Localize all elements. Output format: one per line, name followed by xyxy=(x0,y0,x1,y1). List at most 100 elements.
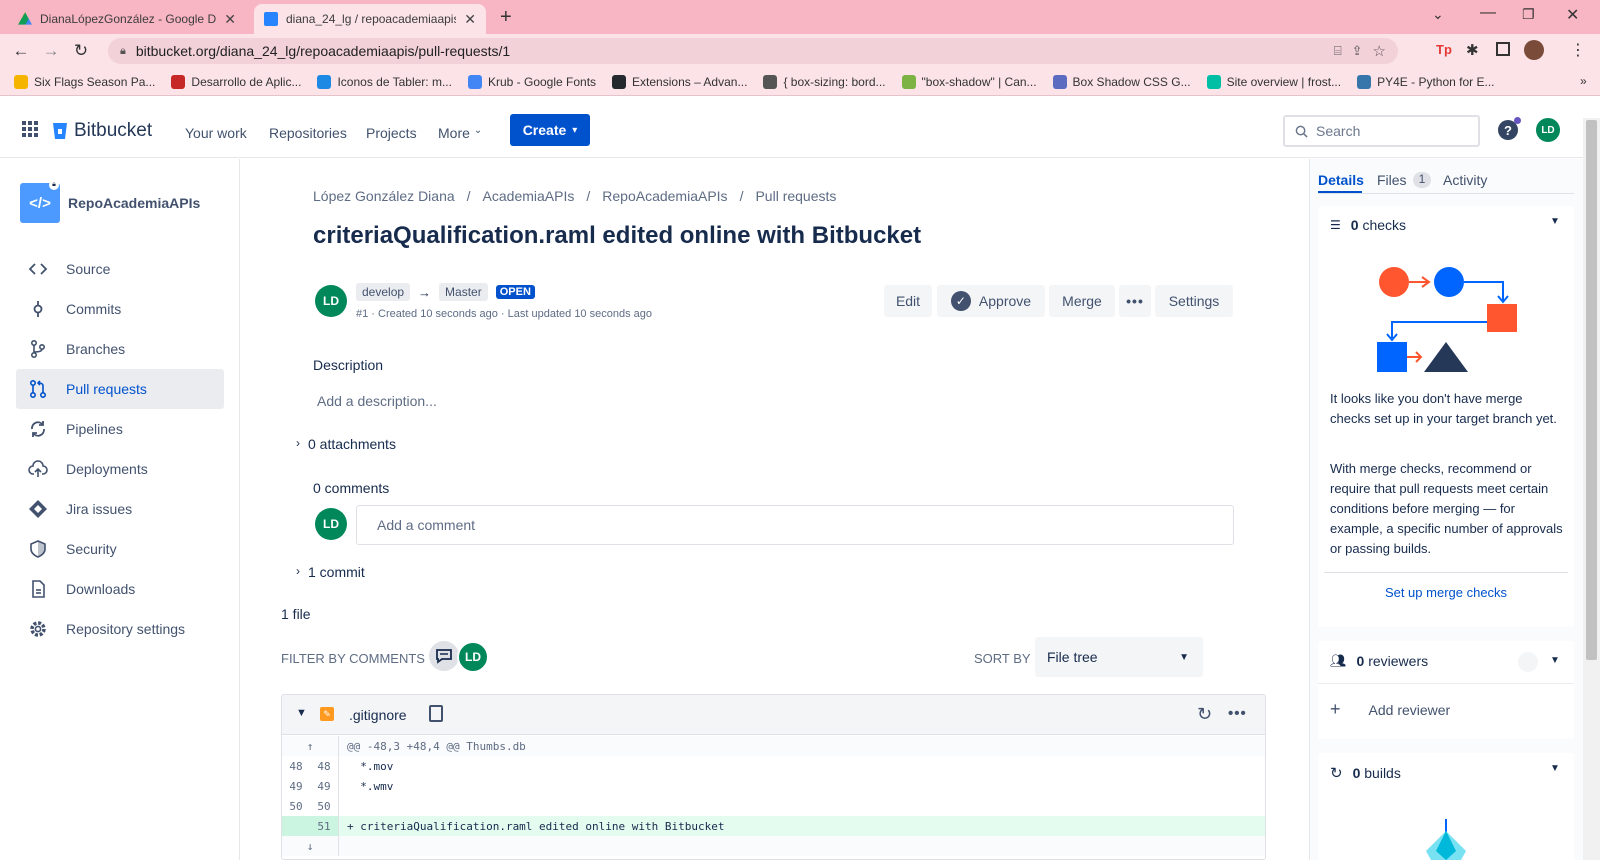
bookmark-item[interactable]: "box-shadow" | Can... xyxy=(901,74,1037,89)
bookmark-item[interactable]: PY4E - Python for E... xyxy=(1357,74,1495,89)
minimize-icon[interactable]: — xyxy=(1480,4,1496,22)
nav-repositories[interactable]: Repositories xyxy=(269,125,347,141)
comment-input[interactable]: Add a comment xyxy=(356,505,1234,545)
add-reviewer-label: Add reviewer xyxy=(1368,701,1451,718)
breadcrumb-item[interactable]: López González Diana xyxy=(313,188,455,204)
bookmark-item[interactable]: Six Flags Season Pa... xyxy=(14,74,155,89)
share-icon[interactable]: ⇪ xyxy=(1352,43,1363,59)
bookmark-favicon-icon xyxy=(14,74,28,89)
sidebar-item-commits[interactable]: Commits xyxy=(16,289,224,329)
bookmark-item[interactable]: Desarrollo de Aplic... xyxy=(171,74,301,89)
setup-merge-checks-link[interactable]: Set up merge checks xyxy=(1318,585,1574,600)
chevron-down-icon[interactable]: ▼ xyxy=(1550,216,1560,227)
breadcrumb-item[interactable]: Pull requests xyxy=(755,188,836,204)
app-switcher-icon[interactable] xyxy=(22,121,38,137)
bookmark-item[interactable]: { box-sizing: bord... xyxy=(763,74,886,89)
browser-tab-bitbucket[interactable]: diana_24_lg / repoacademiaapis ✕ xyxy=(254,4,486,34)
checks-card: ☰ 0 checks ▼ It looks like you don't hav… xyxy=(1318,206,1574,627)
reviewers-header[interactable]: 👥︎ 0 reviewers xyxy=(1330,653,1428,669)
search-input[interactable]: Search xyxy=(1283,115,1480,147)
collapse-chevron-icon[interactable]: ▼ xyxy=(296,707,307,719)
translate-icon[interactable]: ⌸ xyxy=(1334,43,1342,59)
author-avatar[interactable]: LD xyxy=(315,285,347,317)
sidebar-item-source[interactable]: Source xyxy=(16,249,224,289)
tab-activity[interactable]: Activity xyxy=(1443,172,1487,188)
bookmark-item[interactable]: Extensions – Advan... xyxy=(612,74,747,89)
extensions-puzzle-icon[interactable]: ✱ xyxy=(1466,41,1479,59)
add-comment-icon[interactable]: ↻ xyxy=(1197,704,1212,725)
profile-avatar[interactable] xyxy=(1524,40,1544,60)
tab-search-icon[interactable]: ⌄ xyxy=(1432,6,1444,23)
nav-your-work[interactable]: Your work xyxy=(185,125,247,141)
bookmark-item[interactable]: Box Shadow CSS G... xyxy=(1052,74,1191,89)
scrollbar-thumb[interactable] xyxy=(1586,120,1597,660)
add-reviewer-button[interactable]: + Add reviewer xyxy=(1330,699,1450,720)
bookmark-star-icon[interactable]: ☆ xyxy=(1373,42,1386,60)
settings-button[interactable]: Settings xyxy=(1155,285,1233,317)
bookmark-item[interactable]: Site overview | frost... xyxy=(1206,74,1341,89)
close-tab-icon[interactable]: ✕ xyxy=(224,11,236,28)
tab-files[interactable]: Files 1 xyxy=(1377,172,1432,188)
browser-tab-google-drive[interactable]: DianaLópezGonzález - Google Dr ✕ xyxy=(8,4,246,34)
attachments-toggle[interactable]: › 0 attachments xyxy=(296,436,396,452)
diff-filename[interactable]: .gitignore xyxy=(349,707,407,723)
builds-header[interactable]: ↻ 0 builds xyxy=(1330,764,1401,782)
edit-button[interactable]: Edit xyxy=(884,285,932,317)
expand-up-icon[interactable]: ↑ xyxy=(282,736,339,756)
tab-details[interactable]: Details xyxy=(1318,172,1364,188)
browser-menu-icon[interactable]: ⋮ xyxy=(1570,40,1586,60)
sidebar-item-deployments[interactable]: Deployments xyxy=(16,449,224,489)
approve-button[interactable]: ✓ Approve xyxy=(937,285,1045,317)
sort-select[interactable]: File tree ▼ xyxy=(1035,637,1203,677)
more-actions-icon[interactable]: ••• xyxy=(1119,285,1151,317)
filter-comments-icon[interactable] xyxy=(429,641,459,671)
commits-toggle[interactable]: › 1 commit xyxy=(296,564,365,580)
chevron-down-icon[interactable]: ▼ xyxy=(1550,655,1560,666)
reload-icon[interactable]: ↻ xyxy=(66,41,96,61)
nav-more[interactable]: More ⌄ xyxy=(438,125,482,141)
repo-name[interactable]: RepoAcademiaAPIs xyxy=(68,195,200,211)
nav-projects[interactable]: Projects xyxy=(366,125,417,141)
search-icon xyxy=(1295,125,1308,138)
url-bar[interactable]: 🔒︎ bitbucket.org/diana_24_lg/repoacademi… xyxy=(108,38,1398,64)
sidebar-item-jira-issues[interactable]: Jira issues xyxy=(16,489,224,529)
breadcrumb-item[interactable]: AcademiaAPIs xyxy=(483,188,575,204)
filter-avatar[interactable]: LD xyxy=(457,641,489,673)
breadcrumb-item[interactable]: RepoAcademiaAPIs xyxy=(602,188,727,204)
copy-icon[interactable] xyxy=(429,705,443,722)
more-bookmarks-icon[interactable]: » xyxy=(1580,74,1587,88)
expand-down-icon[interactable]: ↓ xyxy=(282,836,339,856)
builds-icon: ↻ xyxy=(1330,765,1343,782)
back-arrow-icon[interactable]: ← xyxy=(6,41,36,61)
maximize-icon[interactable]: ❐ xyxy=(1522,6,1535,23)
bookmark-item[interactable]: Krub - Google Fonts xyxy=(467,74,596,89)
chevron-down-icon[interactable]: ▼ xyxy=(1550,763,1560,774)
new-tab-icon[interactable]: + xyxy=(500,6,512,29)
source-branch[interactable]: develop xyxy=(356,283,411,301)
bookmark-favicon-icon xyxy=(1052,74,1067,89)
bookmark-label: PY4E - Python for E... xyxy=(1377,74,1495,89)
line-text: *.wmv xyxy=(347,779,394,793)
close-window-icon[interactable]: ✕ xyxy=(1566,5,1579,25)
diff-more-icon[interactable]: ••• xyxy=(1228,705,1247,722)
merge-button[interactable]: Merge xyxy=(1049,285,1115,317)
forward-arrow-icon[interactable]: → xyxy=(36,41,66,61)
close-tab-icon[interactable]: ✕ xyxy=(464,11,476,28)
extension-tp-icon[interactable]: Tp xyxy=(1436,42,1452,57)
checks-header[interactable]: ☰ 0 checks xyxy=(1330,217,1406,233)
create-button[interactable]: Create ▾ xyxy=(510,114,590,146)
sidebar-item-pull-requests[interactable]: Pull requests xyxy=(16,369,224,409)
sidebar-item-security[interactable]: Security xyxy=(16,529,224,569)
side-panel-icon[interactable] xyxy=(1496,42,1510,56)
sidebar-item-downloads[interactable]: Downloads xyxy=(16,569,224,609)
description-heading: Description xyxy=(313,357,384,373)
bookmark-item[interactable]: Iconos de Tabler: m... xyxy=(317,74,452,89)
bitbucket-logo[interactable]: Bitbucket xyxy=(52,120,152,142)
sidebar-item-pipelines[interactable]: Pipelines xyxy=(16,409,224,449)
user-avatar[interactable]: LD xyxy=(1536,118,1560,142)
sidebar-item-branches[interactable]: Branches xyxy=(16,329,224,369)
description-input[interactable]: Add a description... xyxy=(317,393,437,409)
sidebar-item-repository-settings[interactable]: Repository settings xyxy=(16,609,224,649)
pull-request-title[interactable]: criteriaQualification.raml edited online… xyxy=(313,222,921,250)
target-branch[interactable]: Master xyxy=(439,283,488,301)
